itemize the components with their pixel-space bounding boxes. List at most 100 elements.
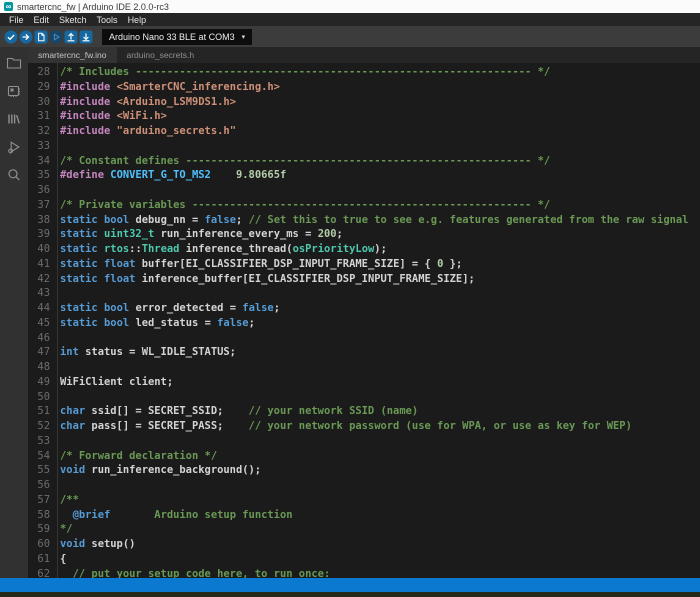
code-text: {: [50, 552, 66, 567]
window-titlebar: ∞ smartercnc_fw | Arduino IDE 2.0.0-rc3: [0, 0, 700, 13]
code-text: static bool error_detected = false;: [50, 301, 280, 316]
code-line: 62 // put your setup code here, to run o…: [28, 567, 700, 579]
line-number: 41: [28, 257, 50, 272]
code-line: 42static float inference_buffer[EI_CLASS…: [28, 272, 700, 287]
line-number: 45: [28, 316, 50, 331]
library-manager-icon[interactable]: [5, 110, 23, 127]
line-number: 49: [28, 375, 50, 390]
line-number: 56: [28, 478, 50, 493]
line-number: 55: [28, 463, 50, 478]
code-text: [50, 434, 60, 449]
search-icon[interactable]: [5, 166, 23, 183]
line-number: 40: [28, 242, 50, 257]
upload-button[interactable]: [19, 30, 33, 44]
code-text: char ssid[] = SECRET_SSID; // your netwo…: [50, 404, 418, 419]
code-text: [50, 360, 60, 375]
code-text: #include <Arduino_LSM9DS1.h>: [50, 95, 236, 110]
code-text: [50, 331, 60, 346]
line-number: 39: [28, 227, 50, 242]
new-sketch-button[interactable]: [34, 30, 48, 44]
line-number: 60: [28, 537, 50, 552]
tab-smartercnc_fw.ino[interactable]: smartercnc_fw.ino: [28, 47, 117, 63]
line-number: 47: [28, 345, 50, 360]
code-text: static float buffer[EI_CLASSIFIER_DSP_IN…: [50, 257, 462, 272]
code-line: 48: [28, 360, 700, 375]
code-text: #include <WiFi.h>: [50, 109, 167, 124]
boards-manager-icon[interactable]: [5, 82, 23, 99]
code-line: 47int status = WL_IDLE_STATUS;: [28, 345, 700, 360]
code-line: 43: [28, 286, 700, 301]
code-line: 37/* Private variables -----------------…: [28, 198, 700, 213]
code-line: 39static uint32_t run_inference_every_ms…: [28, 227, 700, 242]
line-number: 28: [28, 65, 50, 80]
open-button[interactable]: [64, 30, 78, 44]
code-line: 46: [28, 331, 700, 346]
code-text: static float inference_buffer[EI_CLASSIF…: [50, 272, 475, 287]
code-line: 38static bool debug_nn = false; // Set t…: [28, 213, 700, 228]
save-button[interactable]: [79, 30, 93, 44]
bottom-edge: [0, 592, 700, 597]
code-text: #define CONVERT_G_TO_MS2 9.80665f: [50, 168, 286, 183]
menu-file[interactable]: File: [4, 15, 29, 25]
code-text: /* Forward declaration */: [50, 449, 217, 464]
code-line: 40static rtos::Thread inference_thread(o…: [28, 242, 700, 257]
code-line: 61{: [28, 552, 700, 567]
code-text: /* Includes ----------------------------…: [50, 65, 550, 80]
code-text: #include <SmarterCNC_inferencing.h>: [50, 80, 280, 95]
status-bar: [0, 578, 700, 592]
code-text: char pass[] = SECRET_PASS; // your netwo…: [50, 419, 632, 434]
code-line: 28/* Includes --------------------------…: [28, 65, 700, 80]
code-text: @brief Arduino setup function: [50, 508, 293, 523]
arduino-app-icon: ∞: [4, 2, 13, 11]
code-line: 58 @brief Arduino setup function: [28, 508, 700, 523]
code-line: 31#include <WiFi.h>: [28, 109, 700, 124]
code-text: #include "arduino_secrets.h": [50, 124, 236, 139]
menu-edit[interactable]: Edit: [29, 15, 55, 25]
code-line: 30#include <Arduino_LSM9DS1.h>: [28, 95, 700, 110]
code-line: 33: [28, 139, 700, 154]
line-number: 36: [28, 183, 50, 198]
code-text: WiFiClient client;: [50, 375, 173, 390]
line-number: 48: [28, 360, 50, 375]
code-line: 60void setup(): [28, 537, 700, 552]
line-number: 58: [28, 508, 50, 523]
code-text: int status = WL_IDLE_STATUS;: [50, 345, 236, 360]
code-text: static bool led_status = false;: [50, 316, 255, 331]
line-number: 42: [28, 272, 50, 287]
board-selector[interactable]: Arduino Nano 33 BLE at COM3 ▾: [102, 29, 252, 45]
window-title: smartercnc_fw | Arduino IDE 2.0.0-rc3: [17, 2, 169, 12]
debug-button[interactable]: [49, 30, 63, 44]
code-line: 52char pass[] = SECRET_PASS; // your net…: [28, 419, 700, 434]
menu-help[interactable]: Help: [123, 15, 152, 25]
code-line: 49WiFiClient client;: [28, 375, 700, 390]
line-number: 46: [28, 331, 50, 346]
line-number: 51: [28, 404, 50, 419]
code-text: [50, 139, 60, 154]
menu-tools[interactable]: Tools: [92, 15, 123, 25]
gutter-divider: [57, 63, 58, 578]
verify-button[interactable]: [4, 30, 18, 44]
line-number: 34: [28, 154, 50, 169]
menu-bar: FileEditSketchToolsHelp: [0, 13, 700, 26]
code-editor[interactable]: 28/* Includes --------------------------…: [28, 63, 700, 578]
menu-sketch[interactable]: Sketch: [54, 15, 92, 25]
line-number: 61: [28, 552, 50, 567]
line-number: 33: [28, 139, 50, 154]
code-line: 35#define CONVERT_G_TO_MS2 9.80665f: [28, 168, 700, 183]
chevron-down-icon: ▾: [242, 33, 246, 41]
code-line: 44static bool error_detected = false;: [28, 301, 700, 316]
code-text: */: [50, 522, 73, 537]
code-text: static uint32_t run_inference_every_ms =…: [50, 227, 343, 242]
code-text: /**: [50, 493, 79, 508]
toolbar: Arduino Nano 33 BLE at COM3 ▾: [0, 26, 700, 47]
line-number: 30: [28, 95, 50, 110]
tab-arduino_secrets.h[interactable]: arduino_secrets.h: [117, 47, 205, 63]
board-selector-label: Arduino Nano 33 BLE at COM3: [109, 32, 235, 42]
debug-panel-icon[interactable]: [5, 138, 23, 155]
line-number: 35: [28, 168, 50, 183]
code-line: 45static bool led_status = false;: [28, 316, 700, 331]
line-number: 37: [28, 198, 50, 213]
sketchbook-folder-icon[interactable]: [5, 54, 23, 71]
line-number: 57: [28, 493, 50, 508]
line-number: 50: [28, 390, 50, 405]
